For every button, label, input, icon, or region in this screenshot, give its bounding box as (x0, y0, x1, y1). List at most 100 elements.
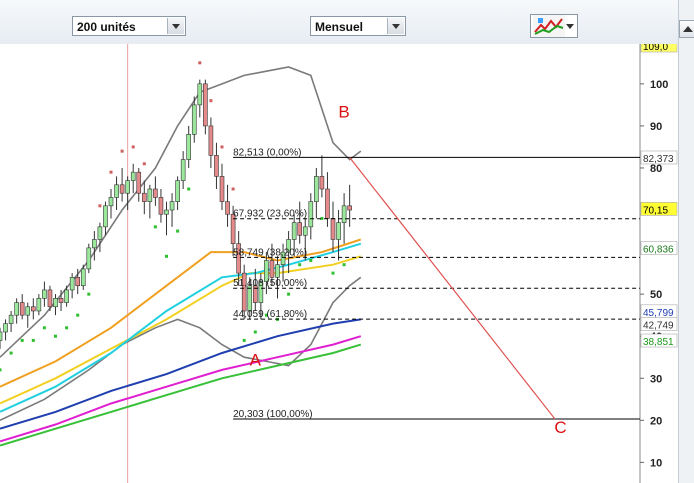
period-select-value: Mensuel (315, 20, 364, 34)
y-tick-label: 50 (650, 289, 662, 301)
indicators-button[interactable] (530, 14, 578, 38)
wave-label-B: B (338, 103, 349, 122)
candle[interactable] (197, 83, 203, 106)
candle[interactable] (302, 226, 308, 236)
candle[interactable] (247, 285, 253, 312)
candle[interactable] (136, 171, 142, 194)
price-chart[interactable]: 82,513 (0,00%) 67,932 (23,60%) 58,749 (38,… (0, 44, 678, 483)
chevron-down-icon[interactable] (564, 18, 576, 34)
parabolic-sar-dot (42, 326, 46, 330)
candle[interactable] (125, 180, 130, 194)
candle[interactable] (275, 264, 280, 278)
fibonacci-label: 20,303 (100,00%) (233, 409, 313, 420)
parabolic-sar-dot (87, 292, 91, 296)
candle[interactable] (19, 302, 25, 316)
candle[interactable] (158, 197, 164, 215)
candle[interactable] (25, 306, 31, 316)
candle[interactable] (214, 155, 219, 177)
candle[interactable] (297, 222, 303, 236)
scroll-up-icon[interactable] (679, 20, 694, 38)
candle[interactable] (130, 171, 136, 181)
candle[interactable] (47, 289, 53, 308)
parabolic-sar-dot (65, 326, 69, 330)
candle[interactable] (103, 205, 108, 228)
candle[interactable] (3, 323, 8, 333)
fibonacci-label: 67,932 (23,60%) (233, 209, 307, 220)
candle[interactable] (180, 159, 186, 181)
wave-label-C: C (554, 418, 566, 437)
candle[interactable] (191, 104, 197, 135)
vertical-scrollbar[interactable] (678, 0, 694, 483)
candle[interactable] (308, 201, 314, 228)
parabolic-sar-dot (9, 351, 13, 355)
y-tick-label: 10 (650, 457, 662, 469)
candle[interactable] (53, 298, 58, 308)
candle[interactable] (142, 192, 147, 202)
candle[interactable] (336, 222, 341, 240)
candle[interactable] (14, 302, 19, 316)
candle[interactable] (225, 201, 230, 215)
candle[interactable] (147, 188, 153, 202)
parabolic-sar-dot (153, 225, 157, 229)
candle[interactable] (175, 180, 180, 202)
parabolic-sar-dot (198, 61, 202, 65)
units-select[interactable]: 200 unités (72, 16, 186, 36)
parabolic-sar-dot (231, 187, 235, 191)
candle[interactable] (8, 314, 14, 324)
candle[interactable] (219, 176, 225, 202)
candle[interactable] (208, 125, 214, 156)
chevron-down-icon[interactable] (167, 18, 184, 34)
candle[interactable] (97, 226, 103, 240)
wave-label-A: A (250, 351, 262, 370)
candle[interactable] (42, 289, 47, 299)
parabolic-sar-dot (287, 292, 291, 296)
candle[interactable] (30, 306, 36, 312)
parabolic-sar-dot (242, 338, 246, 342)
price-tag-label: 60,836 (643, 245, 674, 256)
y-tick-label: 30 (650, 373, 662, 385)
candle[interactable] (114, 184, 119, 198)
candle[interactable] (347, 205, 352, 211)
candle[interactable] (153, 188, 158, 198)
candle[interactable] (341, 205, 347, 223)
y-tick-label: 20 (650, 415, 662, 427)
candle[interactable] (319, 176, 325, 190)
price-tag-label: 45,799 (643, 308, 674, 319)
period-select[interactable]: Mensuel (310, 16, 406, 36)
candle[interactable] (86, 247, 92, 270)
candle[interactable] (58, 298, 64, 303)
candle[interactable] (291, 222, 297, 240)
candle[interactable] (64, 289, 69, 303)
candle[interactable] (108, 197, 114, 207)
candle[interactable] (186, 134, 191, 160)
parabolic-sar-dot (253, 330, 257, 334)
chevron-down-icon[interactable] (387, 18, 404, 34)
fibonacci-label: 44,059 (61,80%) (233, 309, 307, 320)
candle[interactable] (119, 184, 125, 194)
parabolic-sar-dot (120, 149, 124, 153)
candle[interactable] (269, 260, 275, 278)
candle[interactable] (0, 331, 3, 341)
candle[interactable] (80, 268, 86, 287)
parabolic-sar-dot (342, 263, 346, 267)
candle[interactable] (325, 188, 330, 219)
candle[interactable] (69, 277, 75, 291)
parabolic-sar-dot (176, 229, 180, 233)
candle[interactable] (314, 176, 319, 202)
parabolic-sar-dot (298, 263, 302, 267)
parabolic-sar-dot (76, 313, 80, 317)
candle[interactable] (203, 83, 208, 127)
fibonacci-label: 82,513 (0,00%) (233, 147, 301, 158)
price-tag-label: 109,0 (643, 44, 668, 53)
candle[interactable] (169, 201, 175, 211)
fibonacci-label: 58,749 (38,20%) (233, 247, 307, 258)
candle[interactable] (36, 298, 42, 312)
candle[interactable] (92, 239, 97, 249)
parabolic-sar-dot (109, 170, 113, 174)
y-tick-label: 90 (650, 121, 662, 133)
candle[interactable] (330, 218, 336, 240)
parabolic-sar-dot (142, 162, 146, 166)
chart-indicators-icon (533, 15, 565, 37)
candle[interactable] (75, 277, 80, 287)
candle[interactable] (164, 209, 169, 215)
